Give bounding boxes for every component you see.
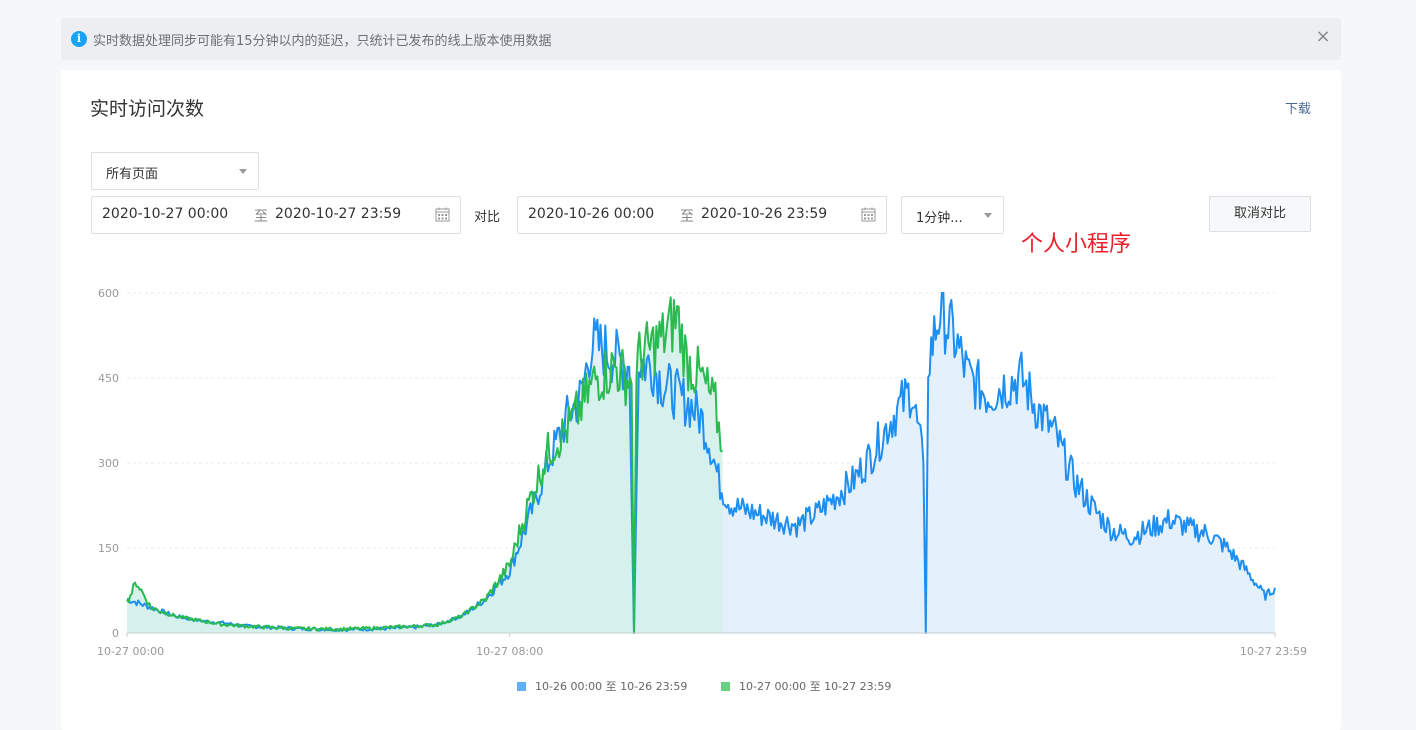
y-tick-label: 150 [98,542,119,555]
x-tick-label: 10-27 08:00 [476,645,543,658]
y-tick-label: 0 [112,627,119,640]
y-tick-label: 450 [98,372,119,385]
chart-card: 实时访问次数 下载 所有页面 2020-10-27 00:00 至 2020-1… [61,70,1341,730]
chart-areas [127,293,1275,633]
notice-text: 实时数据处理同步可能有15分钟以内的延迟，只统计已发布的线上版本使用数据 [93,34,552,49]
close-icon[interactable]: × [1313,27,1333,47]
series-line [126,296,724,634]
y-tick-label: 600 [98,287,119,300]
legend-label: 10-26 00:00 至 10-26 23:59 [535,680,687,693]
legend-marker [517,682,526,691]
chart-legend: 10-26 00:00 至 10-26 23:59 10-27 00:00 至 1… [517,680,891,693]
x-tick-label: 10-27 00:00 [97,645,164,658]
line-chart: 0 150 300 450 600 10-27 00:00 10-27 08:00 10-27… [97,287,1307,693]
y-tick-label: 300 [98,457,119,470]
info-icon: i [71,31,87,47]
legend-marker [721,682,730,691]
x-tick-label: 10-27 23:59 [1240,645,1307,658]
legend-label: 10-27 00:00 至 10-27 23:59 [739,680,891,693]
notice-bar: i 实时数据处理同步可能有15分钟以内的延迟，只统计已发布的线上版本使用数据 × [61,18,1341,60]
